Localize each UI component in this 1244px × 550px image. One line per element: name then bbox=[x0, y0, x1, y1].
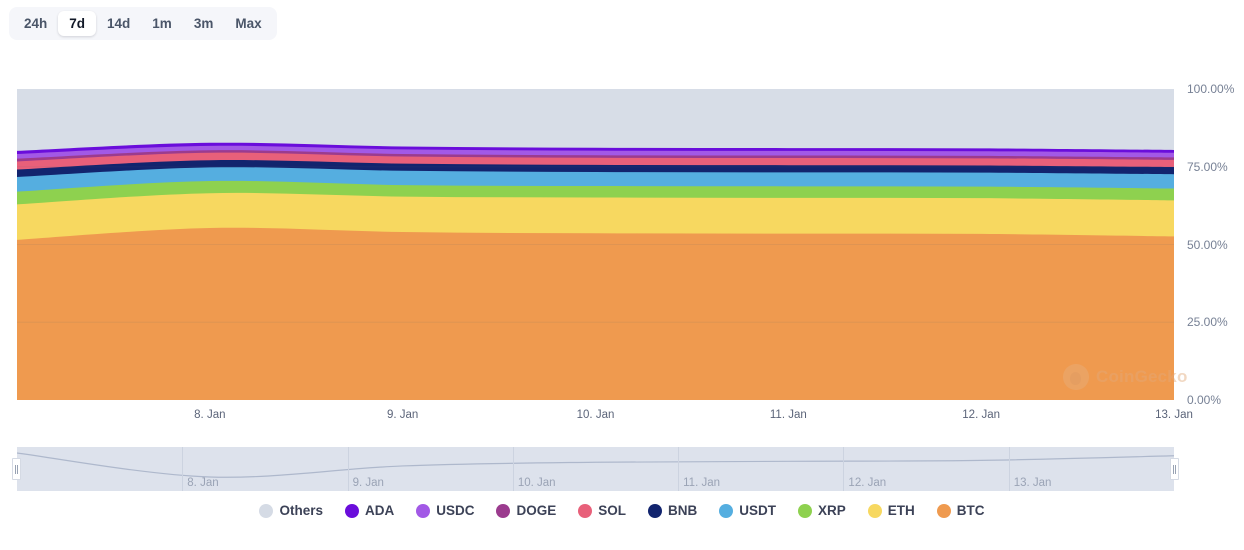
legend-color-dot-btc bbox=[936, 504, 951, 518]
legend-color-dot-doge bbox=[496, 504, 511, 518]
handle-grip-icon bbox=[1173, 464, 1176, 474]
navigator-gridline-0 bbox=[182, 447, 184, 491]
navigator-gridline-5 bbox=[1008, 447, 1010, 491]
legend-item-eth[interactable]: ETH bbox=[867, 503, 915, 518]
legend-label: USDC bbox=[436, 503, 475, 518]
legend-label: BNB bbox=[668, 503, 698, 518]
legend-color-dot-others bbox=[259, 504, 274, 518]
navigator-x-tick-11-jan: 11. Jan bbox=[683, 477, 721, 489]
x-tick-8-jan: 8. Jan bbox=[194, 409, 226, 421]
legend-item-usdc[interactable]: USDC bbox=[416, 504, 474, 518]
x-tick-13-jan: 13. Jan bbox=[1155, 409, 1193, 421]
navigator-handle-left[interactable] bbox=[12, 458, 21, 480]
legend-color-dot-eth bbox=[867, 504, 882, 518]
legend-item-ada[interactable]: ADA bbox=[344, 503, 395, 518]
x-tick-12-jan: 12. Jan bbox=[962, 409, 1001, 421]
legend-item-btc[interactable]: BTC bbox=[936, 503, 985, 518]
legend-color-dot-usdt bbox=[719, 504, 734, 518]
legend-item-usdt[interactable]: USDT bbox=[719, 504, 776, 518]
navigator-gridline-1 bbox=[347, 447, 349, 491]
navigator-handle-right[interactable] bbox=[1170, 458, 1179, 480]
legend-label: Others bbox=[279, 503, 323, 518]
chart-range-navigator[interactable]: 8. Jan 9. Jan 10. Jan 11. Jan 12. Jan 13. Jan bbox=[17, 447, 1174, 491]
navigator-x-tick-13-jan: 13. Jan bbox=[1013, 477, 1052, 489]
navigator-gridline-3 bbox=[678, 447, 680, 491]
legend-item-bnb[interactable]: BNB bbox=[648, 504, 697, 518]
legend-label: BTC bbox=[956, 503, 985, 518]
legend-color-dot-ada bbox=[344, 504, 359, 518]
legend-label: SOL bbox=[598, 503, 627, 518]
legend-label: DOGE bbox=[516, 503, 557, 518]
x-tick-9-jan: 9. Jan bbox=[386, 409, 419, 421]
area-band-btc bbox=[17, 227, 1174, 400]
x-tick-10-jan: 10. Jan bbox=[576, 409, 615, 421]
navigator-x-tick-8-jan: 8. Jan bbox=[187, 477, 219, 489]
navigator-x-tick-10-jan: 10. Jan bbox=[517, 477, 556, 489]
legend-color-dot-xrp bbox=[798, 504, 813, 518]
legend-item-others[interactable]: Others bbox=[259, 504, 323, 518]
y-tick-75: 75.00% bbox=[1187, 159, 1228, 174]
legend-label: USDT bbox=[739, 503, 777, 518]
legend-item-doge[interactable]: DOGE bbox=[496, 504, 556, 518]
legend-label: ETH bbox=[887, 503, 915, 518]
y-tick-50: 50.00% bbox=[1187, 237, 1228, 252]
y-tick-100: 100.00% bbox=[1187, 82, 1235, 96]
legend-label: ADA bbox=[364, 503, 395, 518]
chart-legend[interactable]: Others ADA USDC DOGE SOL BNB USDT XRP ETH BTC bbox=[0, 504, 1244, 518]
x-tick-11-jan: 11. Jan bbox=[769, 409, 807, 421]
legend-color-dot-usdc bbox=[416, 504, 431, 518]
y-tick-25: 25.00% bbox=[1187, 315, 1228, 330]
handle-grip-icon bbox=[15, 464, 18, 474]
y-tick-0: 0.00% bbox=[1187, 393, 1222, 407]
navigator-gridline-4 bbox=[843, 447, 845, 491]
navigator-x-tick-9-jan: 9. Jan bbox=[352, 477, 384, 489]
navigator-x-tick-12-jan: 12. Jan bbox=[848, 477, 887, 489]
legend-label: XRP bbox=[818, 503, 846, 518]
legend-color-dot-sol bbox=[578, 504, 593, 518]
legend-color-dot-bnb bbox=[648, 504, 663, 518]
navigator-series-line bbox=[17, 452, 1174, 478]
legend-item-sol[interactable]: SOL bbox=[578, 504, 626, 518]
stacked-area-chart[interactable] bbox=[17, 89, 1174, 400]
navigator-gridline-2 bbox=[512, 447, 514, 491]
legend-item-xrp[interactable]: XRP bbox=[798, 504, 846, 518]
